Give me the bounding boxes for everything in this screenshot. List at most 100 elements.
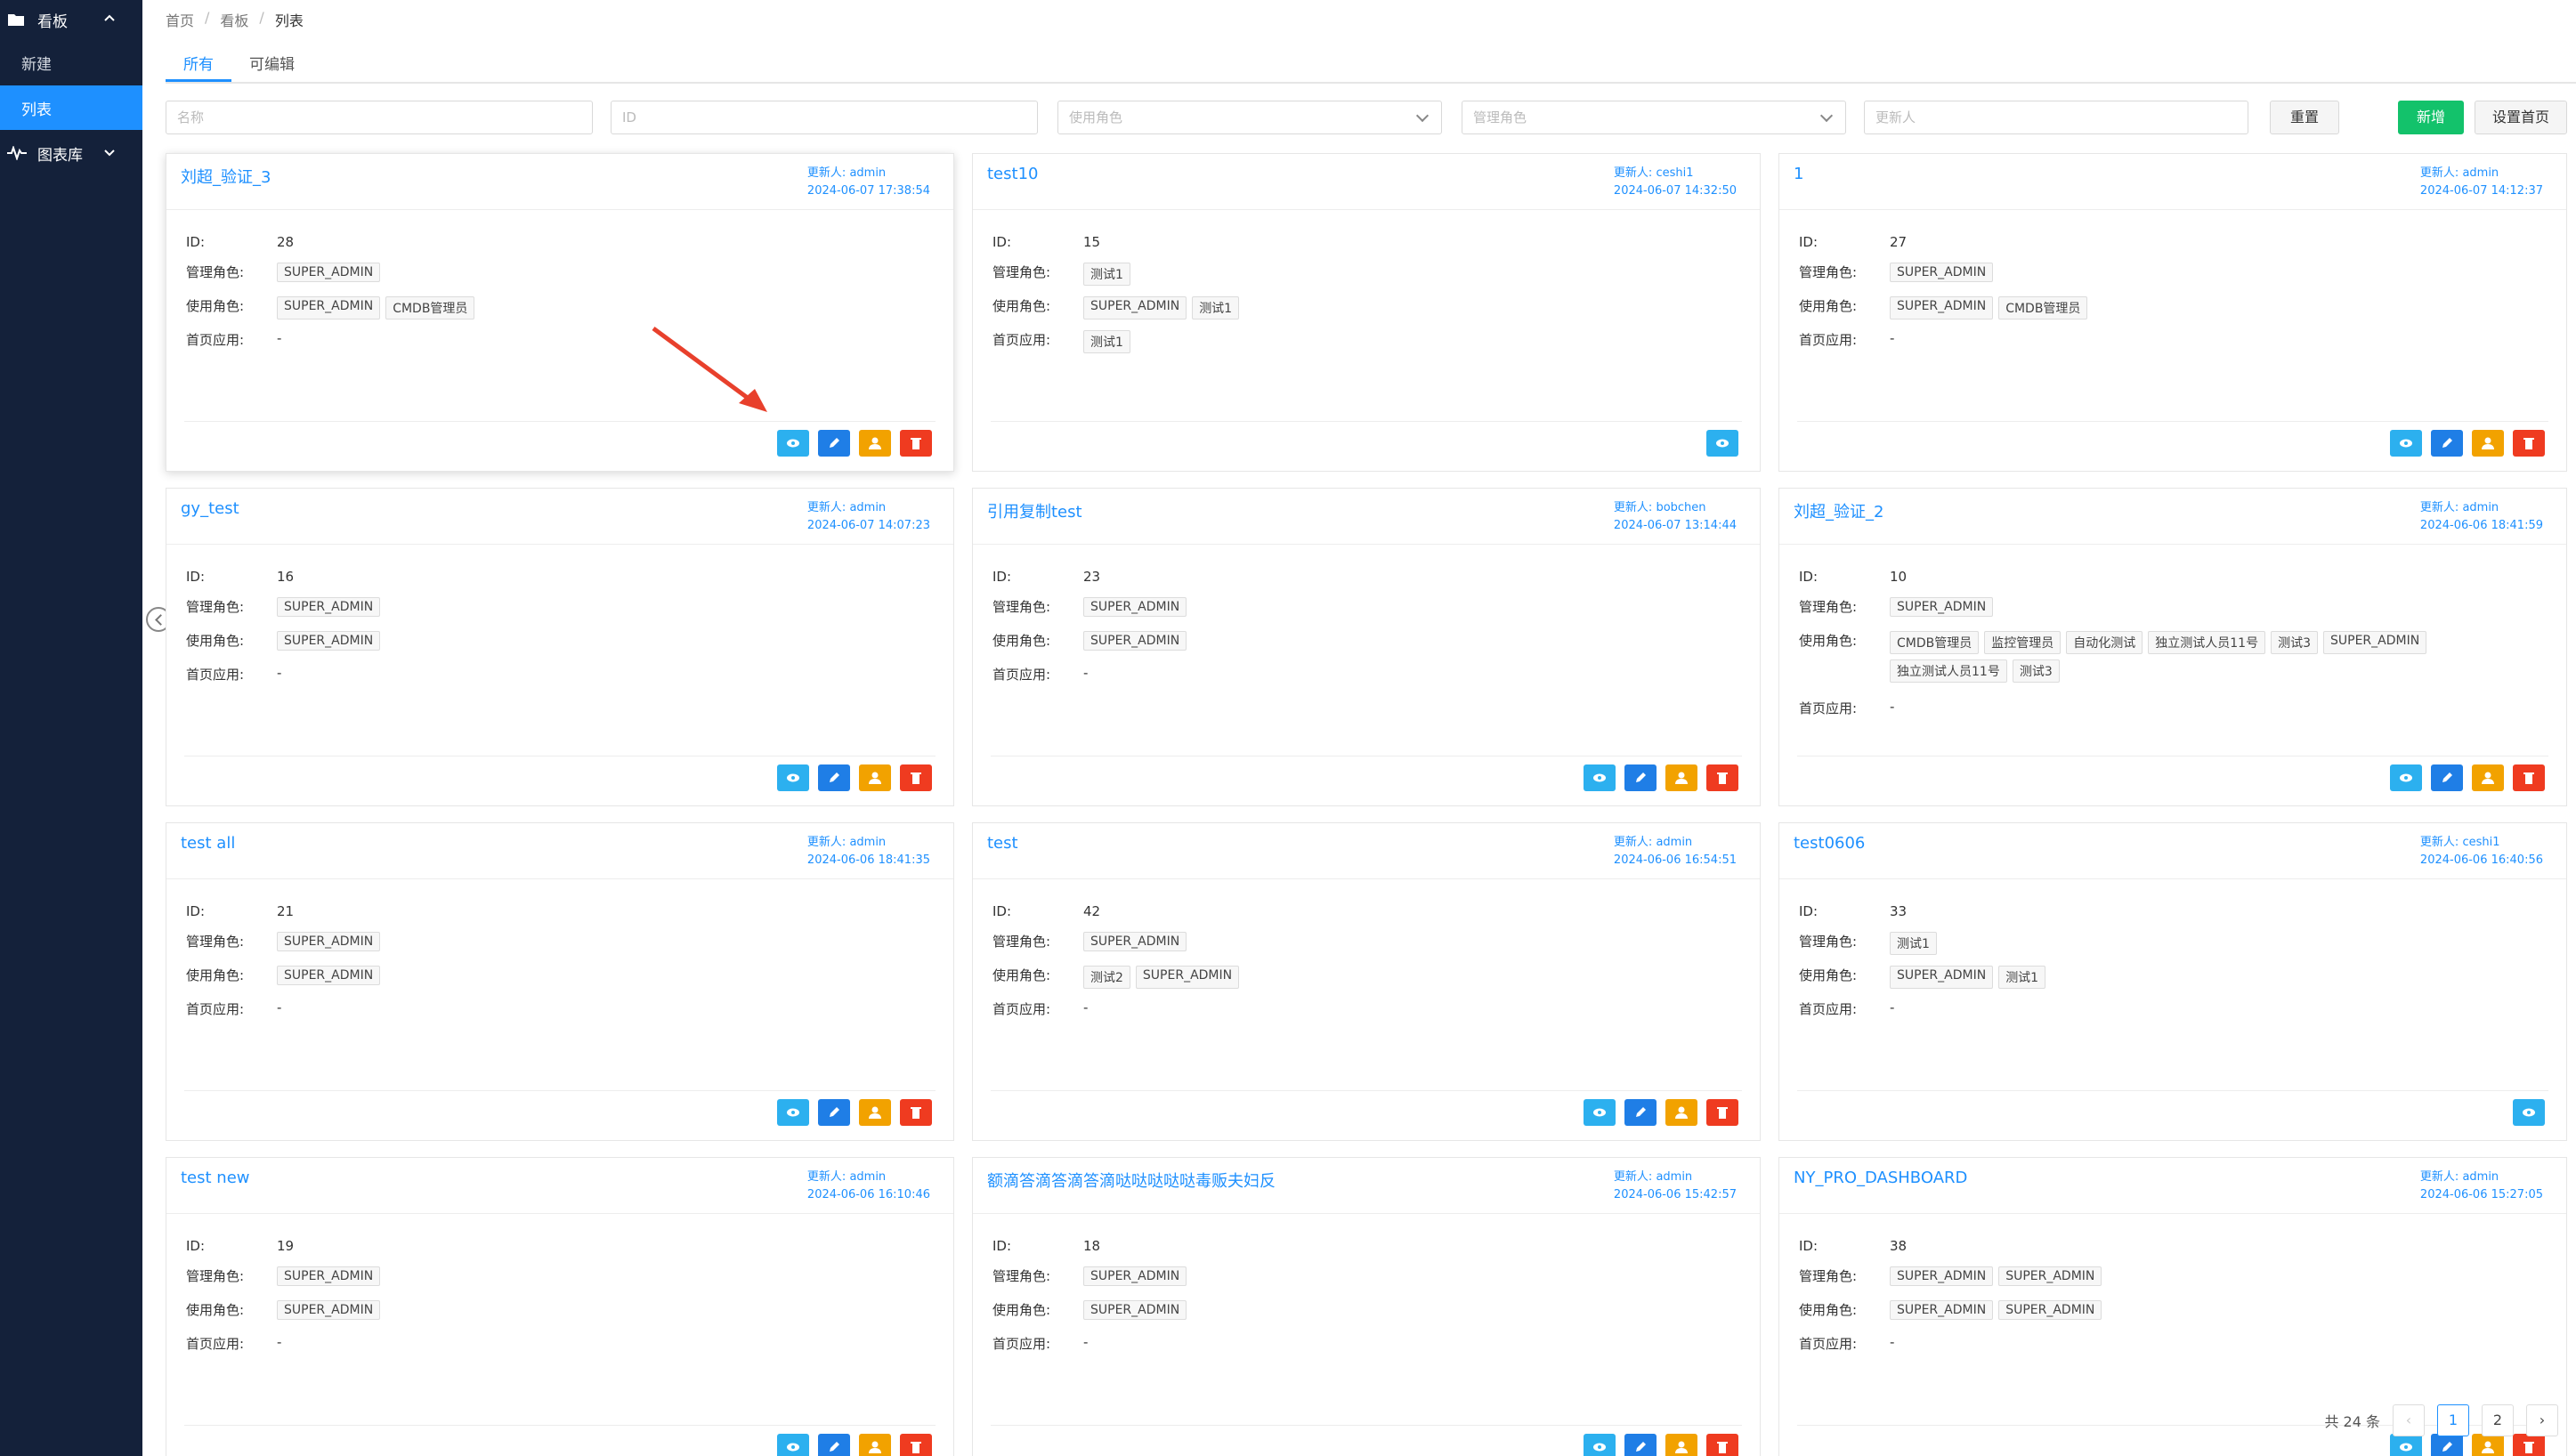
dashboard-card[interactable]: test 更新人: admin 2024-06-06 16:54:51 ID: 42 管理… xyxy=(972,822,1761,1141)
view-button[interactable] xyxy=(1584,764,1616,791)
view-button[interactable] xyxy=(2513,1099,2545,1126)
name-input[interactable]: 名称 xyxy=(166,101,593,134)
delete-button[interactable] xyxy=(2513,1434,2545,1456)
user-icon xyxy=(867,435,883,451)
card-title[interactable]: gy_test xyxy=(181,499,239,518)
view-button[interactable] xyxy=(2390,1434,2422,1456)
view-button[interactable] xyxy=(777,1434,809,1456)
card-title[interactable]: test new xyxy=(181,1169,250,1187)
tab-editable[interactable]: 可编辑 xyxy=(231,44,312,82)
permission-button[interactable] xyxy=(2472,764,2504,791)
delete-button[interactable] xyxy=(900,430,932,457)
breadcrumb-home[interactable]: 首页 xyxy=(166,9,194,30)
edit-button[interactable] xyxy=(818,1434,850,1456)
set-home-button[interactable]: 设置首页 xyxy=(2475,101,2567,134)
delete-button[interactable] xyxy=(900,764,932,791)
sidebar-item-new[interactable]: 新建 xyxy=(0,39,142,85)
pencil-icon xyxy=(1632,1104,1648,1120)
view-button[interactable] xyxy=(2390,764,2422,791)
breadcrumb-dashboard[interactable]: 看板 xyxy=(220,9,248,30)
edit-button[interactable] xyxy=(1624,764,1657,791)
admin-roles-row: 管理角色: SUPER_ADMIN xyxy=(186,1266,381,1286)
tab-all[interactable]: 所有 xyxy=(166,44,231,82)
edit-button[interactable] xyxy=(1624,1434,1657,1456)
edit-button[interactable] xyxy=(2431,430,2463,457)
trash-icon xyxy=(908,1104,924,1120)
view-button[interactable] xyxy=(1584,1099,1616,1126)
edit-button[interactable] xyxy=(2431,764,2463,791)
card-title[interactable]: test xyxy=(987,834,1018,853)
dashboard-card[interactable]: test0606 更新人: ceshi1 2024-06-06 16:40:56 ID… xyxy=(1778,822,2567,1141)
edit-button[interactable] xyxy=(1624,1099,1657,1126)
view-button[interactable] xyxy=(777,430,809,457)
updater-label: 更新人: xyxy=(806,836,850,849)
permission-button[interactable] xyxy=(859,1434,891,1456)
card-meta: 更新人: admin 2024-06-06 18:41:59 xyxy=(2420,499,2543,535)
card-title[interactable]: 额滴答滴答滴答滴哒哒哒哒哒毒贩夫妇反 xyxy=(987,1169,1276,1192)
id-input[interactable]: ID xyxy=(611,101,1038,134)
card-title[interactable]: 刘超_验证_2 xyxy=(1794,499,1883,522)
permission-button[interactable] xyxy=(2472,430,2504,457)
permission-button[interactable] xyxy=(859,430,891,457)
edit-button[interactable] xyxy=(818,1099,850,1126)
admin-roles-row: 管理角色: SUPER_ADMIN xyxy=(186,597,381,617)
view-button[interactable] xyxy=(1706,430,1738,457)
card-title[interactable]: 1 xyxy=(1794,165,1803,183)
trash-icon xyxy=(2521,435,2537,451)
edit-button[interactable] xyxy=(2431,1434,2463,1456)
dashboard-card[interactable]: 引用复制test 更新人: bobchen 2024-06-07 13:14:44 I… xyxy=(972,488,1761,806)
role-tag: 测试1 xyxy=(1083,263,1130,286)
page-1-button[interactable]: 1 xyxy=(2437,1404,2469,1436)
card-title[interactable]: 引用复制test xyxy=(987,499,1082,522)
dashboard-card[interactable]: 1 更新人: admin 2024-06-07 14:12:37 ID: 27 管理角色:… xyxy=(1778,153,2567,472)
pencil-icon xyxy=(1632,1439,1648,1455)
dashboard-card[interactable]: test all 更新人: admin 2024-06-06 18:41:35 ID:… xyxy=(166,822,954,1141)
view-button[interactable] xyxy=(1584,1434,1616,1456)
view-button[interactable] xyxy=(777,764,809,791)
delete-button[interactable] xyxy=(900,1099,932,1126)
delete-button[interactable] xyxy=(2513,764,2545,791)
card-title[interactable]: test all xyxy=(181,834,235,853)
permission-button[interactable] xyxy=(1665,764,1697,791)
id-value: 15 xyxy=(1083,234,1101,250)
permission-button[interactable] xyxy=(1665,1434,1697,1456)
dashboard-card[interactable]: 刘超_验证_2 更新人: admin 2024-06-06 18:41:59 ID: 1… xyxy=(1778,488,2567,806)
card-title[interactable]: test10 xyxy=(987,165,1038,183)
permission-button[interactable] xyxy=(859,1099,891,1126)
page-2-button[interactable]: 2 xyxy=(2482,1404,2514,1436)
next-page-button[interactable]: › xyxy=(2526,1404,2558,1436)
card-meta: 更新人: admin 2024-06-07 14:07:23 xyxy=(807,499,930,535)
add-button[interactable]: 新增 xyxy=(2398,101,2464,134)
permission-button[interactable] xyxy=(2472,1434,2504,1456)
sidebar-group-dashboard[interactable]: 看板 xyxy=(0,0,142,39)
delete-button[interactable] xyxy=(1706,764,1738,791)
updater-name: admin xyxy=(2462,1170,2499,1184)
view-button[interactable] xyxy=(777,1099,809,1126)
dashboard-card[interactable]: test new 更新人: admin 2024-06-06 16:10:46 ID:… xyxy=(166,1157,954,1456)
delete-button[interactable] xyxy=(1706,1434,1738,1456)
card-title[interactable]: 刘超_验证_3 xyxy=(181,165,271,188)
card-title[interactable]: test0606 xyxy=(1794,834,1865,853)
view-button[interactable] xyxy=(2390,430,2422,457)
dashboard-card[interactable]: gy_test 更新人: admin 2024-06-07 14:07:23 ID: 1… xyxy=(166,488,954,806)
dashboard-card[interactable]: test10 更新人: ceshi1 2024-06-07 14:32:50 ID: 1… xyxy=(972,153,1761,472)
use-role-select[interactable]: 使用角色 xyxy=(1057,101,1442,134)
card-title[interactable]: NY_PRO_DASHBOARD xyxy=(1794,1169,1967,1187)
updater-input[interactable]: 更新人 xyxy=(1864,101,2248,134)
permission-button[interactable] xyxy=(859,764,891,791)
sidebar-item-list[interactable]: 列表 xyxy=(0,85,142,130)
admin-role-select[interactable]: 管理角色 xyxy=(1462,101,1846,134)
dashboard-card[interactable]: 刘超_验证_3 更新人: admin 2024-06-07 17:38:54 ID: 2… xyxy=(166,153,954,472)
reset-button[interactable]: 重置 xyxy=(2270,101,2339,134)
role-tag: SUPER_ADMIN xyxy=(277,263,381,282)
edit-button[interactable] xyxy=(818,430,850,457)
permission-button[interactable] xyxy=(1665,1099,1697,1126)
admin-roles-row: 管理角色: SUPER_ADMIN xyxy=(992,1266,1187,1286)
delete-button[interactable] xyxy=(900,1434,932,1456)
delete-button[interactable] xyxy=(1706,1099,1738,1126)
delete-button[interactable] xyxy=(2513,430,2545,457)
dashboard-card[interactable]: 额滴答滴答滴答滴哒哒哒哒哒毒贩夫妇反 更新人: admin 2024-06-06 1… xyxy=(972,1157,1761,1456)
sidebar-group-charts[interactable]: 图表库 xyxy=(0,133,142,173)
prev-page-button[interactable]: ‹ xyxy=(2393,1404,2425,1436)
edit-button[interactable] xyxy=(818,764,850,791)
